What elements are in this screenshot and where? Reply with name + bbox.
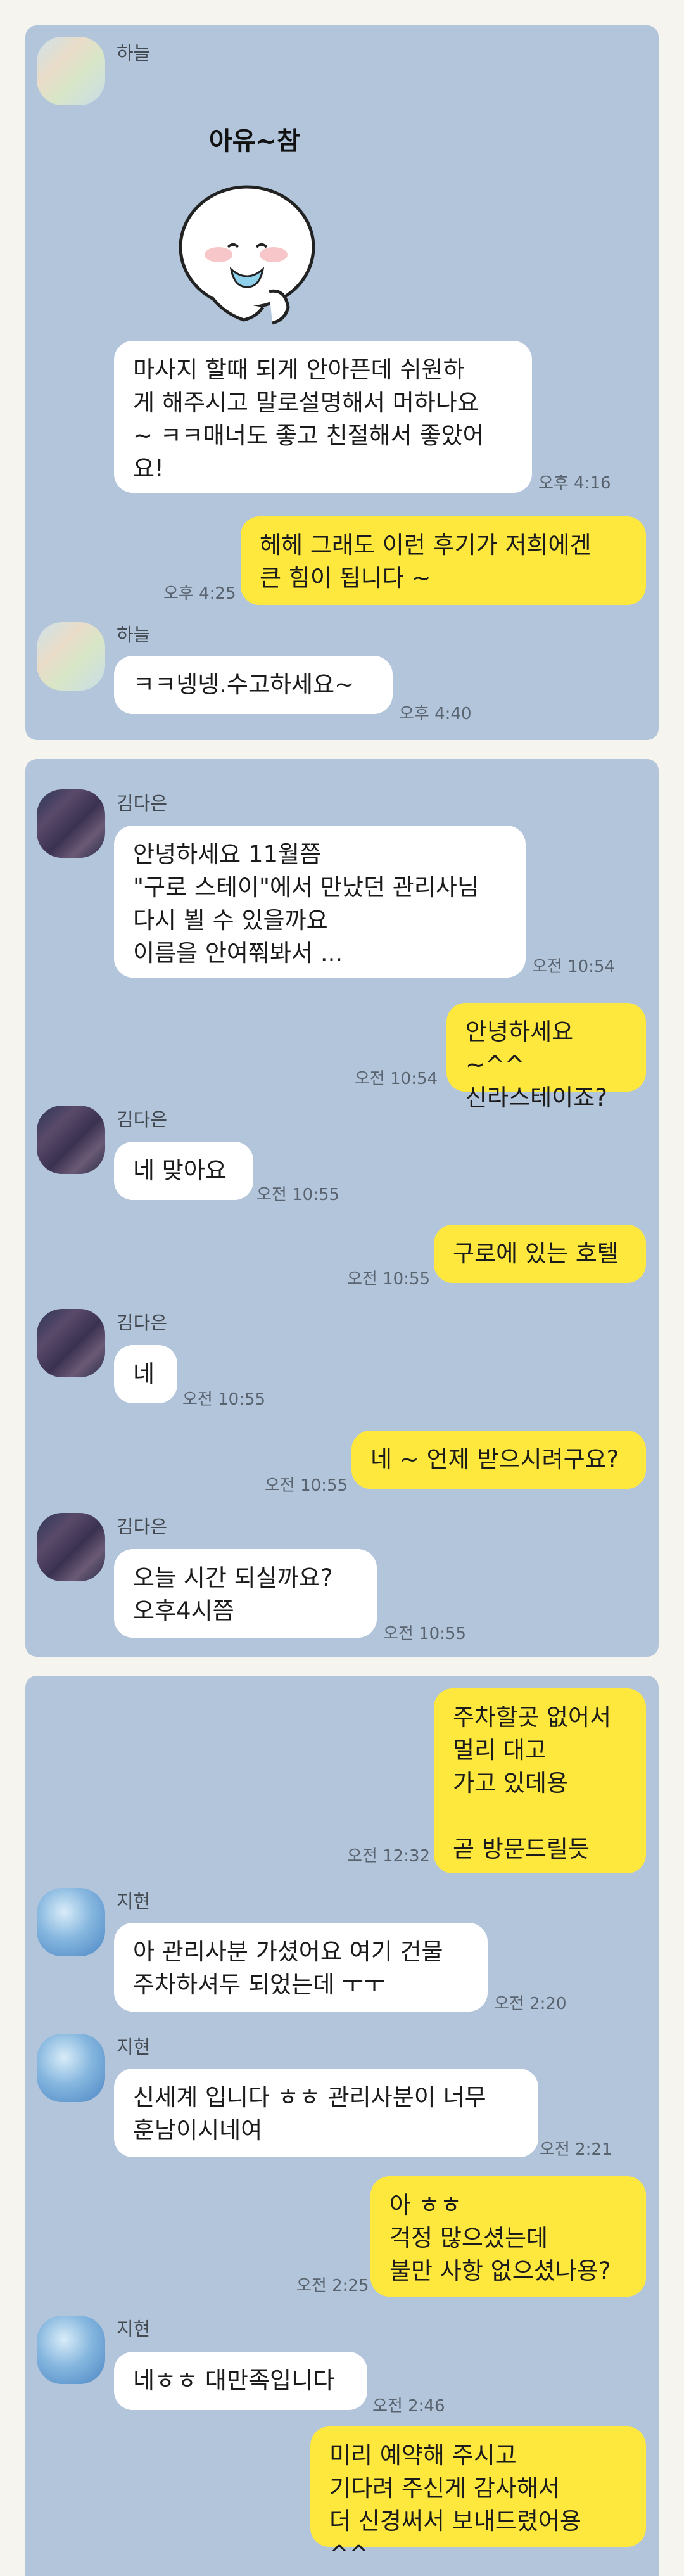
avatar[interactable] — [37, 789, 105, 858]
message-time: 오전 10:54 — [532, 957, 616, 976]
message-time: 오전 2:21 — [540, 2140, 612, 2159]
message-time: 오후 4:40 — [399, 705, 472, 724]
message-time: 오전 2:20 — [494, 1994, 567, 2013]
message-bubble[interactable]: ㅋㅋ넹넹.수고하세요~ — [114, 656, 393, 714]
sticker-character-icon — [179, 185, 315, 325]
avatar[interactable] — [37, 2316, 105, 2384]
message-time: 오전 10:55 — [383, 1624, 467, 1643]
message-bubble[interactable]: 미리 예약해 주시고 기다려 주신게 감사해서 더 신경써서 보내드렸어용 ^^ — [310, 2426, 646, 2568]
message-time: 오후 4:25 — [163, 584, 236, 603]
message-bubble[interactable]: 헤헤 그래도 이런 후기가 저희에겐 큰 힘이 됩니다 ~ — [241, 516, 646, 605]
emoticon-sticker[interactable]: 아유~참 — [152, 89, 342, 342]
avatar[interactable] — [37, 1106, 105, 1174]
message-bubble[interactable]: 네 — [114, 1345, 177, 1403]
sender-name: 김다은 — [117, 1109, 168, 1130]
message-bubble[interactable]: 구로에 있는 호텔 — [434, 1225, 646, 1283]
sender-name: 지현 — [117, 2318, 151, 2340]
message-time: 오전 2:46 — [372, 2397, 445, 2416]
message-time: 오전 10:55 — [265, 1476, 348, 1495]
sender-name: 김다은 — [117, 1516, 168, 1538]
message-time: 오전 12:32 — [347, 1847, 431, 1866]
chat-panel-2: 김다은 안녕하세요 11월쯤 "구로 스테이"에서 만났던 관리사님 다시 뵐 … — [25, 759, 659, 1657]
message-bubble[interactable]: 네 ~ 언제 받으시려구요? — [352, 1431, 646, 1489]
sender-name: 김다은 — [117, 793, 168, 814]
avatar[interactable] — [37, 1513, 105, 1581]
sender-name: 지현 — [117, 2036, 151, 2058]
message-bubble[interactable]: 아 ㅎㅎ 걱정 많으셨는데 불만 사항 없으셨나용? — [370, 2176, 646, 2297]
sender-name: 하늘 — [117, 624, 151, 646]
message-time: 오전 10:55 — [347, 1270, 431, 1289]
message-bubble[interactable]: 신세계 입니다 ㅎㅎ 관리사분이 너무 훈남이시네여 — [114, 2069, 538, 2157]
message-bubble[interactable]: 안녕하세요 11월쯤 "구로 스테이"에서 만났던 관리사님 다시 뵐 수 있을… — [114, 826, 526, 978]
message-bubble[interactable]: 안녕하세요 ~^^ 신라스테이죠? — [446, 1003, 646, 1111]
sender-name: 김다은 — [117, 1312, 168, 1334]
avatar[interactable] — [37, 1888, 105, 1956]
message-bubble[interactable]: 네 맞아요 — [114, 1142, 253, 1200]
avatar[interactable] — [37, 1309, 105, 1377]
message-time: 오후 4:16 — [538, 474, 611, 493]
chat-panel-1: 하늘 아유~참 마사지 할때 되게 안아픈데 쉬원하 게 해주시고 말로설명해서… — [25, 25, 659, 740]
message-bubble[interactable]: 오늘 시간 되실까요? 오후4시쯤 — [114, 1549, 377, 1638]
message-time: 오전 10:55 — [256, 1185, 340, 1204]
message-bubble[interactable]: 주차할곳 없어서 멀리 대고 가고 있데용 곧 방문드릴듯 — [434, 1688, 646, 1873]
avatar[interactable] — [37, 37, 105, 105]
message-bubble[interactable]: 네ㅎㅎ 대만족입니다 — [114, 2352, 367, 2410]
avatar[interactable] — [37, 2034, 105, 2102]
message-time: 오전 10:54 — [355, 1069, 438, 1088]
message-bubble[interactable]: 아 관리사분 가셨어요 여기 건물 주차하셔두 되었는데 ㅜㅜ — [114, 1923, 488, 2012]
chat-panel-3: 주차할곳 없어서 멀리 대고 가고 있데용 곧 방문드릴듯 오전 12:32 지… — [25, 1676, 659, 2576]
sender-name: 지현 — [117, 1891, 151, 1912]
message-time: 오전 2:25 — [296, 2276, 369, 2295]
sender-name: 하늘 — [117, 42, 151, 64]
message-time: 오전 10:55 — [182, 1390, 266, 1409]
avatar[interactable] — [37, 622, 105, 691]
message-bubble[interactable]: 마사지 할때 되게 안아픈데 쉬원하 게 해주시고 말로설명해서 머하나요 ~ … — [114, 341, 532, 493]
